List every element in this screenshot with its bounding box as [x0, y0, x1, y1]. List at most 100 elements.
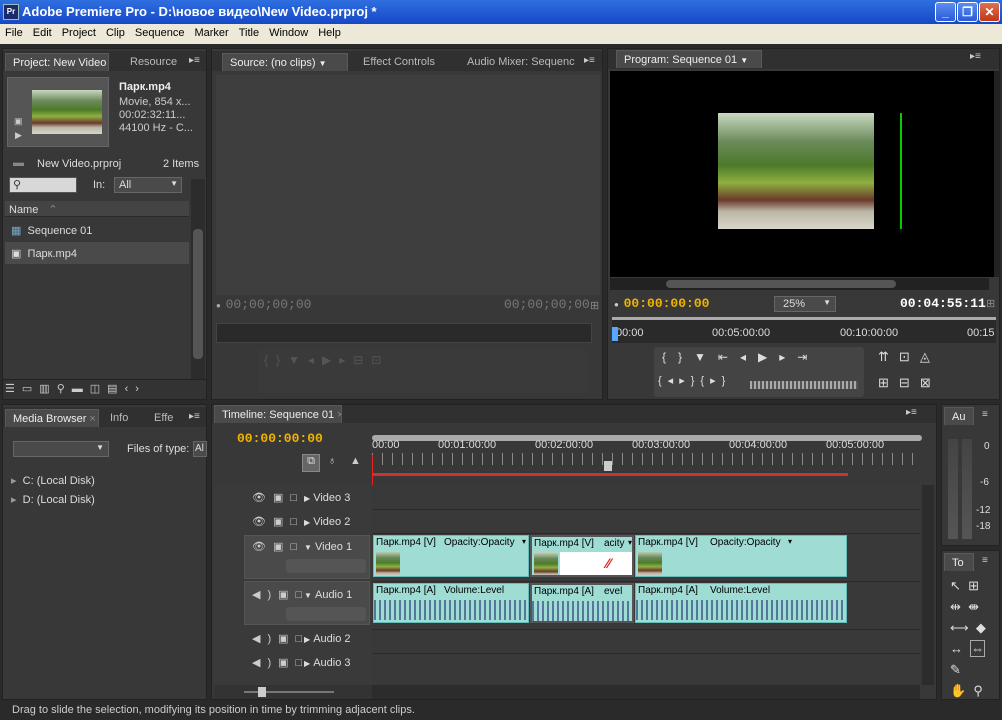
sync-lock-icon[interactable]: ▣	[278, 657, 295, 669]
sync-lock-icon[interactable]: ▣	[273, 492, 290, 504]
eye-icon[interactable]: 👁	[252, 541, 273, 553]
overlay-icon[interactable]: ⊡	[371, 353, 389, 367]
in-dropdown[interactable]: All ▼	[114, 177, 182, 193]
audio-keyframe-nav[interactable]	[286, 607, 366, 621]
menu-project[interactable]: Project	[57, 24, 101, 42]
menu-file[interactable]: File	[0, 24, 28, 42]
insert-icon[interactable]: ⊟	[353, 353, 371, 367]
menu-sequence[interactable]: Sequence	[130, 24, 190, 42]
timeline-timecode[interactable]: 00:00:00:00	[237, 431, 323, 446]
go-to-out-icon[interactable]: ⇥	[797, 350, 819, 364]
speaker-icon[interactable]: ◀)	[252, 589, 278, 601]
play-icon[interactable]: ▶	[322, 353, 339, 367]
add-marker-icon[interactable]: ▲	[350, 455, 361, 467]
export-frame-icon[interactable]: ⊟	[899, 375, 920, 390]
slip-tool-icon[interactable]: ↔	[950, 641, 963, 656]
pen-tool-icon[interactable]: ✎	[950, 662, 961, 677]
tab-effect-controls[interactable]: Effect Controls	[356, 53, 456, 71]
mark-out-icon[interactable]: }	[678, 350, 694, 364]
tab-info[interactable]: Info	[103, 409, 143, 427]
panel-menu-icon[interactable]: ▸≡	[189, 411, 200, 422]
track-video1[interactable]: ▼ Video 1	[304, 541, 352, 553]
tab-program[interactable]: Program: Sequence 01 ▼	[616, 50, 762, 68]
go-next-edit-icon[interactable]: ▸}	[679, 375, 700, 387]
marker-icon[interactable]: ▼	[288, 353, 308, 367]
step-back-icon[interactable]: ◂	[308, 353, 322, 367]
mark-in-icon[interactable]: {	[662, 350, 678, 364]
tab-resource[interactable]: Resource	[123, 53, 183, 71]
column-header-name[interactable]: Name ⌃	[5, 201, 189, 217]
panel-menu-icon[interactable]: ≡	[982, 409, 988, 420]
video-clip[interactable]: Парк.mp4 [V] Opacity:Opacity ▾	[635, 535, 847, 577]
list-view-icon[interactable]: ☰	[5, 383, 22, 395]
audio-clip[interactable]: Парк.mp4 [A] Volume:Level	[635, 583, 847, 623]
delete-icon[interactable]: ▤	[107, 383, 124, 395]
go-to-in-icon[interactable]: ⇤	[718, 350, 740, 364]
video-clip[interactable]: Парк.mp4 [V] Opacity:Opacity ▾	[373, 535, 529, 577]
timeline-ruler[interactable]: 00:00 00:01:00:00 00:02:00:00 00:03:00:0…	[372, 427, 922, 477]
hand-tool-icon[interactable]: ✋	[950, 683, 966, 698]
track-audio3[interactable]: ▶ Audio 3	[304, 657, 351, 669]
video-clip-selected[interactable]: Парк.mp4 [V] acity ▾ ⁄⁄	[530, 535, 634, 577]
drive-d[interactable]: ▸ D: (Local Disk)	[11, 493, 95, 506]
safe-margins-icon[interactable]: ⊞	[986, 297, 995, 310]
tab-audio-meters[interactable]: Au	[944, 407, 974, 425]
zoom-tool-icon[interactable]: ⚲	[973, 683, 983, 698]
track-select-tool-icon[interactable]: ⊞	[968, 578, 979, 593]
location-dropdown[interactable]: ▼	[13, 441, 109, 457]
menu-title[interactable]: Title	[234, 24, 264, 42]
tab-tools[interactable]: To	[944, 553, 974, 571]
speaker-icon[interactable]: ◀)	[252, 657, 278, 669]
sync-lock-icon[interactable]: ▣	[278, 633, 295, 645]
timeline-v-scrollbar[interactable]	[922, 485, 934, 685]
eye-icon[interactable]: 👁	[252, 492, 273, 504]
sync-lock-icon[interactable]: ▣	[273, 541, 290, 553]
step-forward-icon[interactable]: ▸	[779, 350, 797, 364]
tab-source[interactable]: Source: (no clips) ▼	[222, 53, 348, 71]
close-button[interactable]: ✕	[979, 2, 1000, 22]
lock-icon[interactable]: □	[290, 492, 304, 504]
source-time-ruler[interactable]	[216, 323, 592, 343]
zoom-handle[interactable]	[604, 461, 612, 471]
selection-tool-icon[interactable]: ↖	[950, 578, 961, 593]
timeline-h-scrollbar[interactable]	[372, 685, 920, 699]
razor-tool-icon[interactable]: ◆	[976, 620, 986, 635]
step-back-icon[interactable]: ◂	[740, 350, 758, 364]
slide-tool-icon[interactable]: ⇔	[970, 640, 986, 657]
keyframe-nav[interactable]	[286, 559, 366, 573]
program-timecode[interactable]: ● 00:00:00:00	[614, 296, 709, 311]
sequence-marker-icon[interactable]: ♁	[328, 455, 336, 467]
marker-icon[interactable]: ▼	[694, 350, 718, 364]
panel-menu-icon[interactable]: ▸≡	[906, 407, 917, 418]
audio-clip[interactable]: Парк.mp4 [A] Volume:Level	[373, 583, 529, 623]
mark-in-icon[interactable]: {	[264, 353, 276, 367]
icon-view-icon[interactable]: ▭	[22, 383, 39, 395]
zoom-dropdown[interactable]: 25% ▼	[774, 296, 836, 312]
lock-icon[interactable]: □	[290, 541, 304, 553]
play-icon[interactable]: ▶	[758, 350, 779, 364]
automate-icon[interactable]: ▥	[39, 383, 56, 395]
trim-icon[interactable]: ◬	[920, 349, 940, 364]
new-bin-icon[interactable]: ▬	[72, 383, 90, 395]
menu-clip[interactable]: Clip	[101, 24, 130, 42]
lift-icon[interactable]: ⇈	[878, 349, 899, 364]
minimize-button[interactable]: _	[935, 2, 956, 22]
rate-stretch-tool-icon[interactable]: ⟷	[950, 620, 969, 635]
snap-icon[interactable]: ⧉	[302, 454, 320, 472]
sync-lock-icon[interactable]: ▣	[273, 516, 290, 528]
mark-out-icon[interactable]: }	[276, 353, 288, 367]
files-type-dropdown[interactable]: Al	[193, 441, 207, 457]
panel-menu-icon[interactable]: ▸≡	[970, 51, 981, 62]
program-v-scrollbar[interactable]	[994, 71, 1000, 277]
menu-window[interactable]: Window	[264, 24, 313, 42]
track-video3[interactable]: ▶ Video 3	[304, 492, 350, 504]
track-audio1[interactable]: ▼ Audio 1	[304, 589, 352, 601]
ripple-edit-tool-icon[interactable]: ⇹	[950, 599, 961, 614]
play-in-out-icon[interactable]: {▸}	[700, 375, 731, 387]
project-item-clip[interactable]: ▣ Парк.mp4	[5, 242, 189, 264]
tab-effects[interactable]: Effe	[147, 409, 183, 427]
source-timecode-left[interactable]: ● 00;00;00;00	[216, 297, 311, 312]
scroll-arrows-icon[interactable]: ‹›	[125, 383, 146, 395]
menu-help[interactable]: Help	[313, 24, 346, 42]
project-scrollbar[interactable]	[191, 179, 205, 379]
